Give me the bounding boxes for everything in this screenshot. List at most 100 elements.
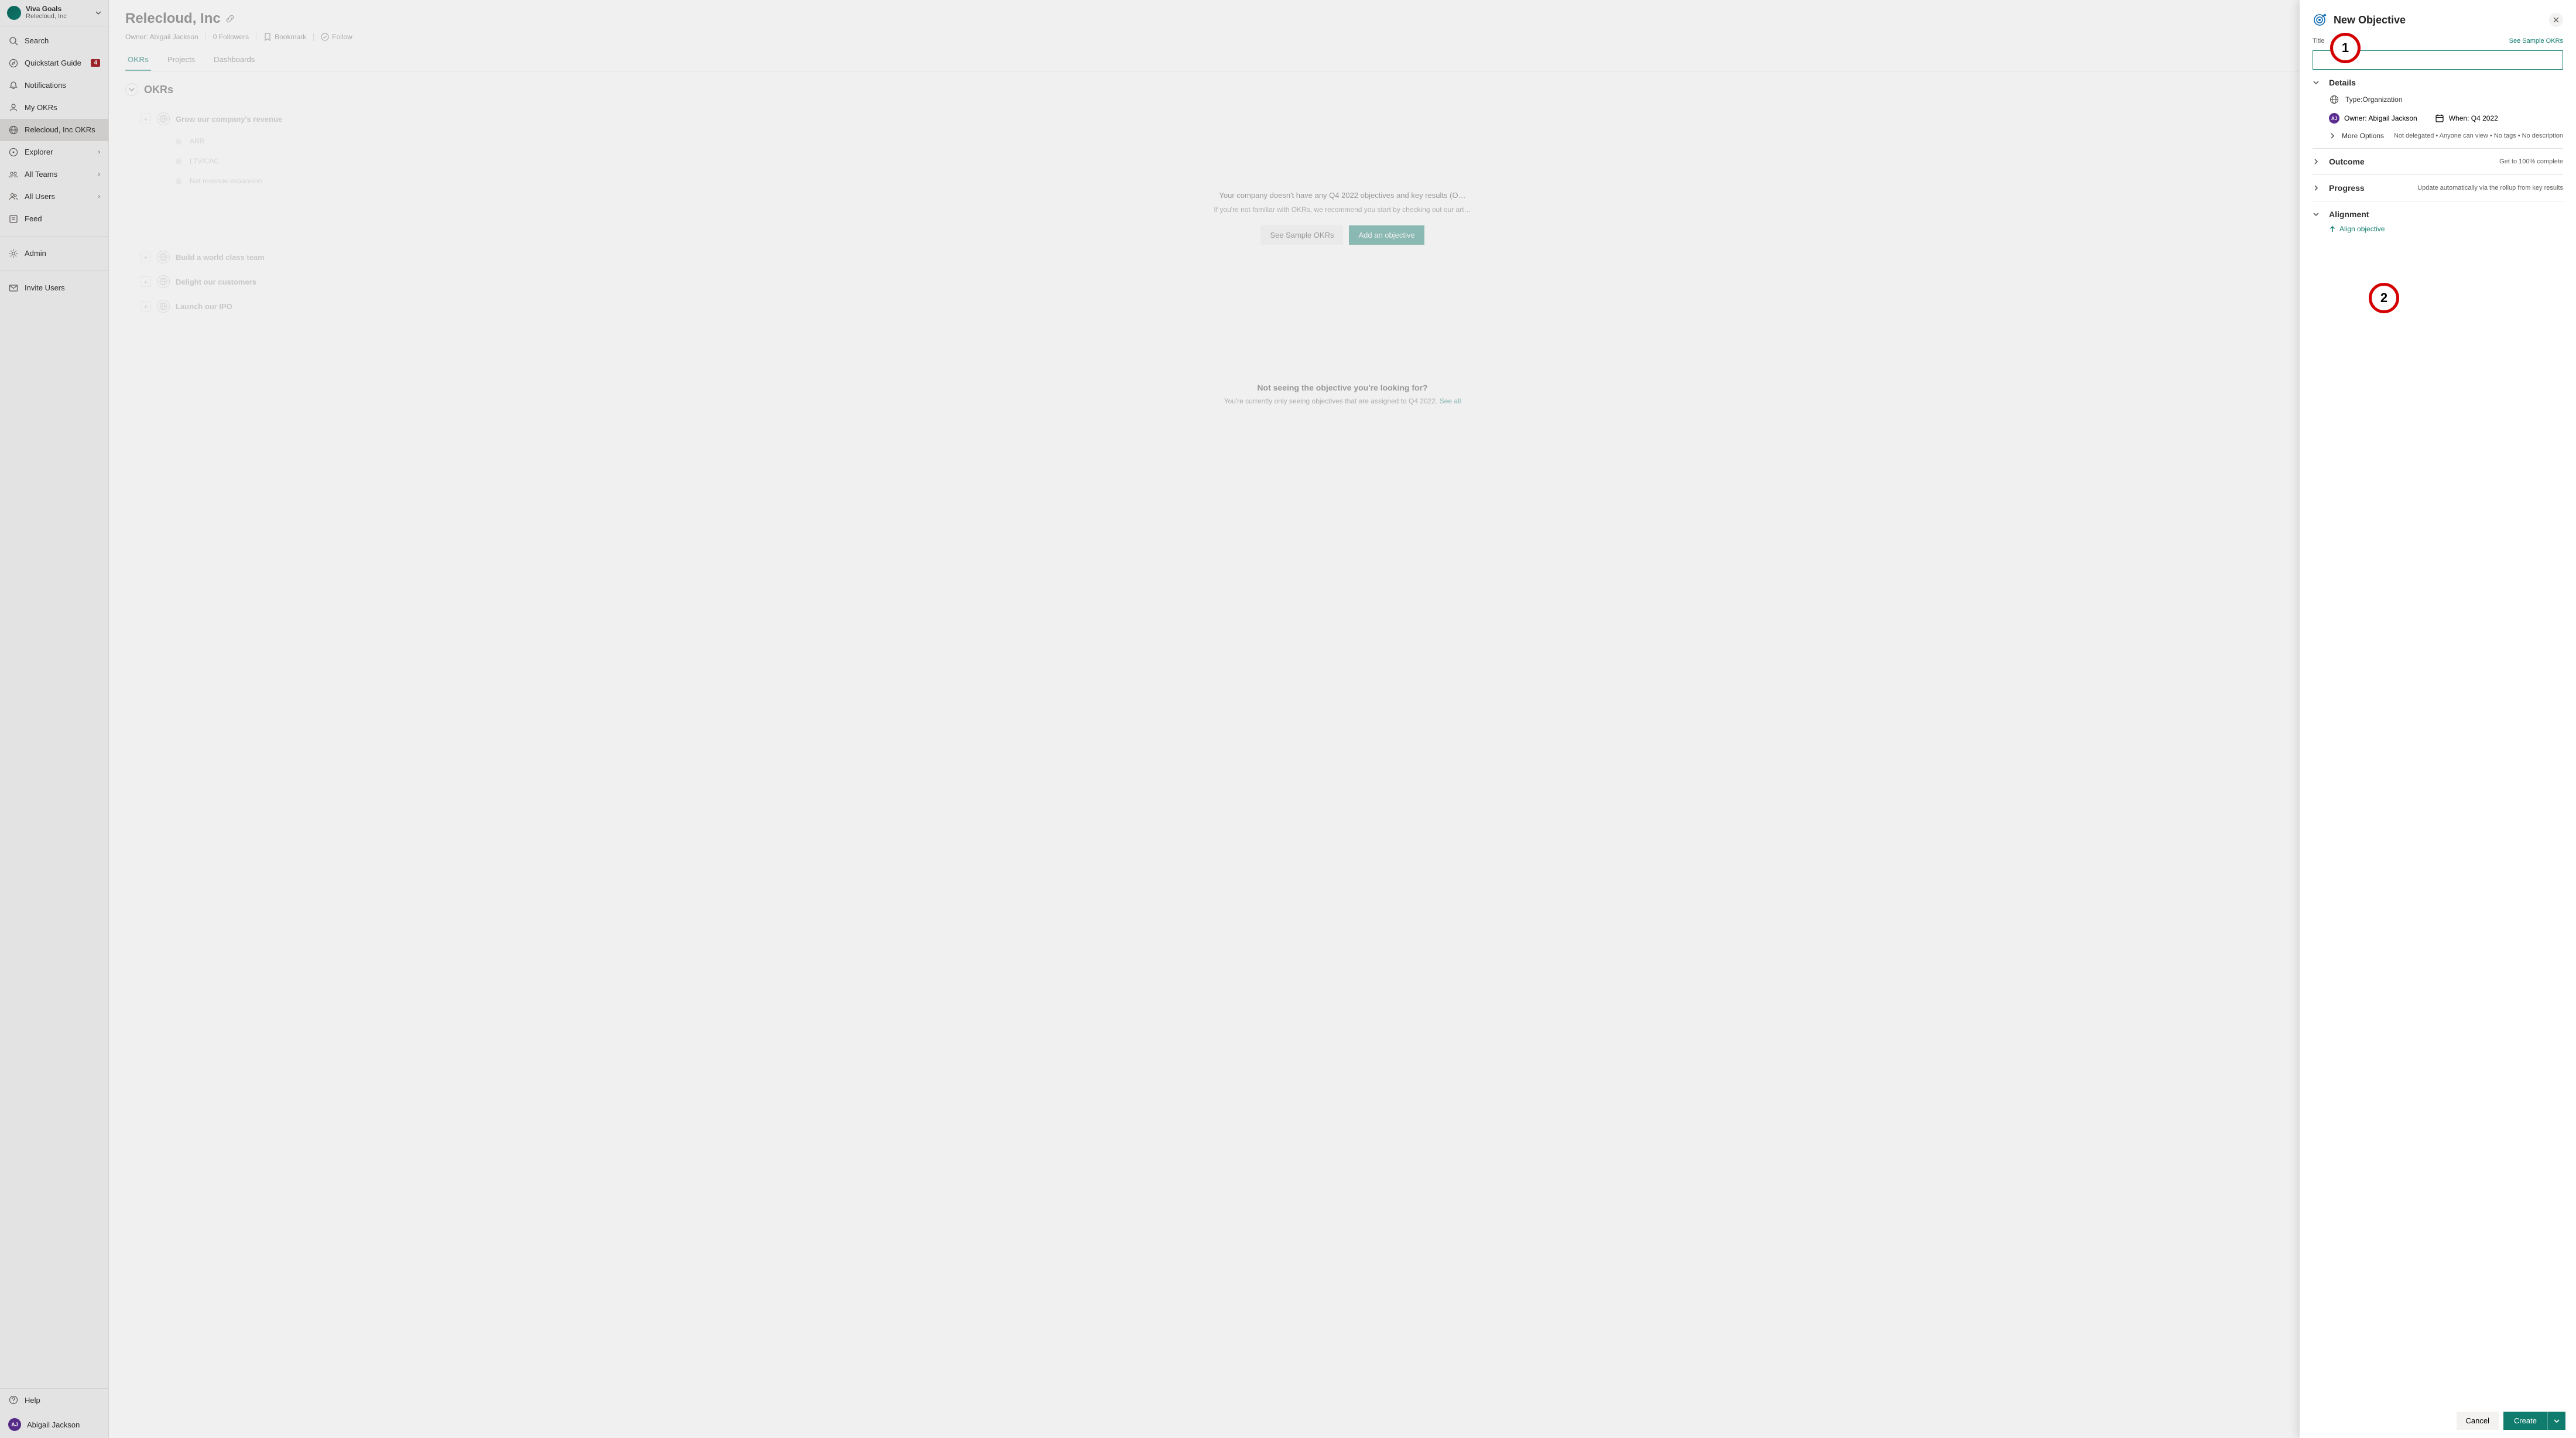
sidebar-all-users[interactable]: All Users › [0,186,108,208]
users-icon [8,191,19,202]
sidebar-quickstart[interactable]: Quickstart Guide 4 [0,52,108,74]
create-button[interactable]: Create [2503,1412,2547,1430]
owner-row[interactable]: AJ Owner: Abigail Jackson [2329,113,2417,124]
collapse-button[interactable] [125,83,138,96]
metric-icon: ◎ [173,156,184,166]
tab-projects[interactable]: Projects [165,49,197,71]
metric-icon: ◎ [173,136,184,146]
link-icon[interactable] [225,14,235,23]
sidebar-notifications[interactable]: Notifications [0,74,108,97]
envelope-icon [8,283,19,293]
more-options-toggle[interactable]: More Options Not delegated • Anyone can … [2329,132,2563,140]
compass-icon [8,58,19,69]
more-options-hint: Not delegated • Anyone can view • No tag… [2394,132,2563,139]
divider [205,33,206,41]
owner-label: Owner: Abigail Jackson [2344,114,2417,122]
panel-title: New Objective [2334,14,2542,26]
owner-label: Owner: Abigail Jackson [125,33,198,41]
sidebar-all-teams[interactable]: All Teams › [0,163,108,186]
page-title: Relecloud, Inc [125,11,221,27]
globe-icon [157,251,170,263]
align-objective-link[interactable]: Align objective [2313,219,2563,233]
followers-label: 0 Followers [213,33,249,41]
follow-button[interactable]: Follow [321,33,352,41]
outcome-section-toggle[interactable]: Outcome Get to 100% complete [2313,157,2563,166]
sidebar-help[interactable]: Help [0,1389,108,1411]
globe-icon [2329,94,2339,105]
sidebar-invite[interactable]: Invite Users [0,277,108,299]
brand-title: Viva Goals [26,5,67,13]
sidebar-item-label: All Users [25,192,55,201]
see-sample-okrs-button[interactable]: See Sample OKRs [1260,225,1343,245]
sidebar-feed[interactable]: Feed [0,208,108,230]
type-row[interactable]: Type:Organization [2329,94,2563,105]
progress-section-toggle[interactable]: Progress Update automatically via the ro… [2313,183,2563,193]
chevron-right-icon: › [98,149,100,156]
kr-row[interactable]: ◎ LTV/CAC [125,151,2560,171]
alignment-section-toggle[interactable]: Alignment [2313,210,2563,219]
cancel-button[interactable]: Cancel [2457,1412,2499,1430]
kr-title: LTV/CAC [190,157,219,165]
objective-title: Delight our customers [176,278,256,286]
bookmark-button[interactable]: Bookmark [263,33,306,41]
divider [313,33,314,41]
objective-row[interactable]: + Launch our IPO [125,294,2560,319]
tab-dashboards[interactable]: Dashboards [211,49,257,71]
kr-row[interactable]: ◎ ARR [125,131,2560,151]
help-icon [8,1395,19,1405]
sidebar-search[interactable]: Search [0,30,108,52]
sidebar-my-okrs[interactable]: My OKRs [0,97,108,119]
sidebar-item-label: Quickstart Guide [25,59,81,67]
objective-title: Launch our IPO [176,302,232,311]
kr-title: Net revenue expansion [190,177,262,185]
new-objective-panel: New Objective Title See Sample OKRs Deta… [2300,0,2576,1438]
sidebar-item-label: Feed [25,214,42,223]
add-icon[interactable]: + [141,114,151,124]
sidebar-item-label: All Teams [25,170,57,179]
objective-row[interactable]: + Grow our company's revenue [125,107,2560,131]
sidebar: Viva Goals Relecloud, Inc Search Quickst… [0,0,109,1438]
sidebar-user[interactable]: AJ Abigail Jackson [0,1411,108,1438]
explorer-icon [8,147,19,158]
see-all-link[interactable]: See all [1440,397,1461,405]
tab-okrs[interactable]: OKRs [125,49,151,71]
close-button[interactable] [2549,13,2563,27]
viva-goals-icon [7,6,21,20]
create-dropdown-button[interactable] [2547,1412,2565,1430]
avatar: AJ [2329,113,2339,124]
add-objective-button[interactable]: Add an objective [1349,225,1424,245]
kr-row[interactable]: ◎ Net revenue expansion [125,171,2560,191]
target-icon [2313,13,2327,27]
see-sample-link[interactable]: See Sample OKRs [2509,37,2563,44]
chevron-right-icon: › [98,171,100,178]
add-icon[interactable]: + [141,252,151,262]
add-icon[interactable]: + [141,276,151,287]
globe-icon [157,112,170,125]
add-icon[interactable]: + [141,301,151,311]
okrs-heading: OKRs [144,84,173,96]
sidebar-item-label: Help [25,1396,40,1405]
empty-line-1: Your company doesn't have any Q4 2022 ob… [125,191,2560,200]
close-icon [2553,17,2559,23]
details-section-toggle[interactable]: Details [2313,78,2563,87]
when-row[interactable]: When: Q4 2022 [2435,113,2498,124]
main-content: Relecloud, Inc Owner: Abigail Jackson 0 … [109,0,2576,1438]
objective-row[interactable]: + Build a world class team [125,245,2560,269]
quickstart-badge: 4 [91,59,100,67]
globe-icon [157,300,170,313]
progress-hint: Update automatically via the rollup from… [2417,184,2563,191]
sidebar-item-label: Notifications [25,81,66,90]
gear-icon [8,248,19,259]
sidebar-org-okrs[interactable]: Relecloud, Inc OKRs [0,119,108,141]
objective-row[interactable]: + Delight our customers [125,269,2560,294]
sidebar-item-label: Admin [25,249,46,258]
objective-title: Build a world class team [176,253,265,262]
objective-title-input[interactable] [2313,50,2563,70]
feed-icon [8,214,19,224]
chevron-down-icon [2313,211,2323,218]
sidebar-admin[interactable]: Admin [0,242,108,265]
arrow-up-icon [2329,225,2336,232]
org-switcher[interactable]: Viva Goals Relecloud, Inc [0,0,108,26]
tabs: OKRs Projects Dashboards [125,49,2560,71]
sidebar-explorer[interactable]: Explorer › [0,141,108,163]
